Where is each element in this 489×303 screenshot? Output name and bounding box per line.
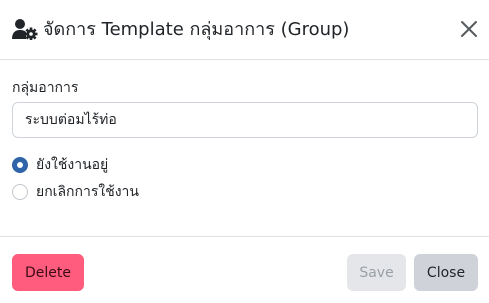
modal-title: จัดการ Template กลุ่มอาการ (Group)	[43, 19, 350, 40]
close-icon[interactable]	[459, 19, 479, 39]
save-button[interactable]: Save	[347, 254, 406, 291]
status-cancelled-label: ยกเลิกการใช้งาน	[36, 184, 139, 200]
status-active-radio[interactable]	[12, 157, 28, 173]
modal-footer: Delete Save Close	[0, 236, 489, 303]
template-group-modal: จัดการ Template กลุ่มอาการ (Group) กลุ่ม…	[0, 0, 489, 303]
status-active-label: ยังใช้งานอยู่	[36, 157, 109, 173]
status-active-option[interactable]: ยังใช้งานอยู่	[12, 155, 108, 175]
close-button[interactable]: Close	[414, 254, 478, 291]
delete-button[interactable]: Delete	[12, 254, 84, 291]
modal-header: จัดการ Template กลุ่มอาการ (Group)	[0, 0, 489, 60]
status-cancelled-radio[interactable]	[12, 184, 28, 200]
user-gear-icon	[12, 18, 38, 41]
status-cancelled-option[interactable]: ยกเลิกการใช้งาน	[12, 182, 139, 202]
modal-body: กลุ่มอาการ ยังใช้งานอยู่ ยกเลิกการใช้งาน	[0, 60, 489, 236]
group-field-label: กลุ่มอาการ	[12, 80, 79, 96]
group-name-input[interactable]	[12, 102, 478, 138]
